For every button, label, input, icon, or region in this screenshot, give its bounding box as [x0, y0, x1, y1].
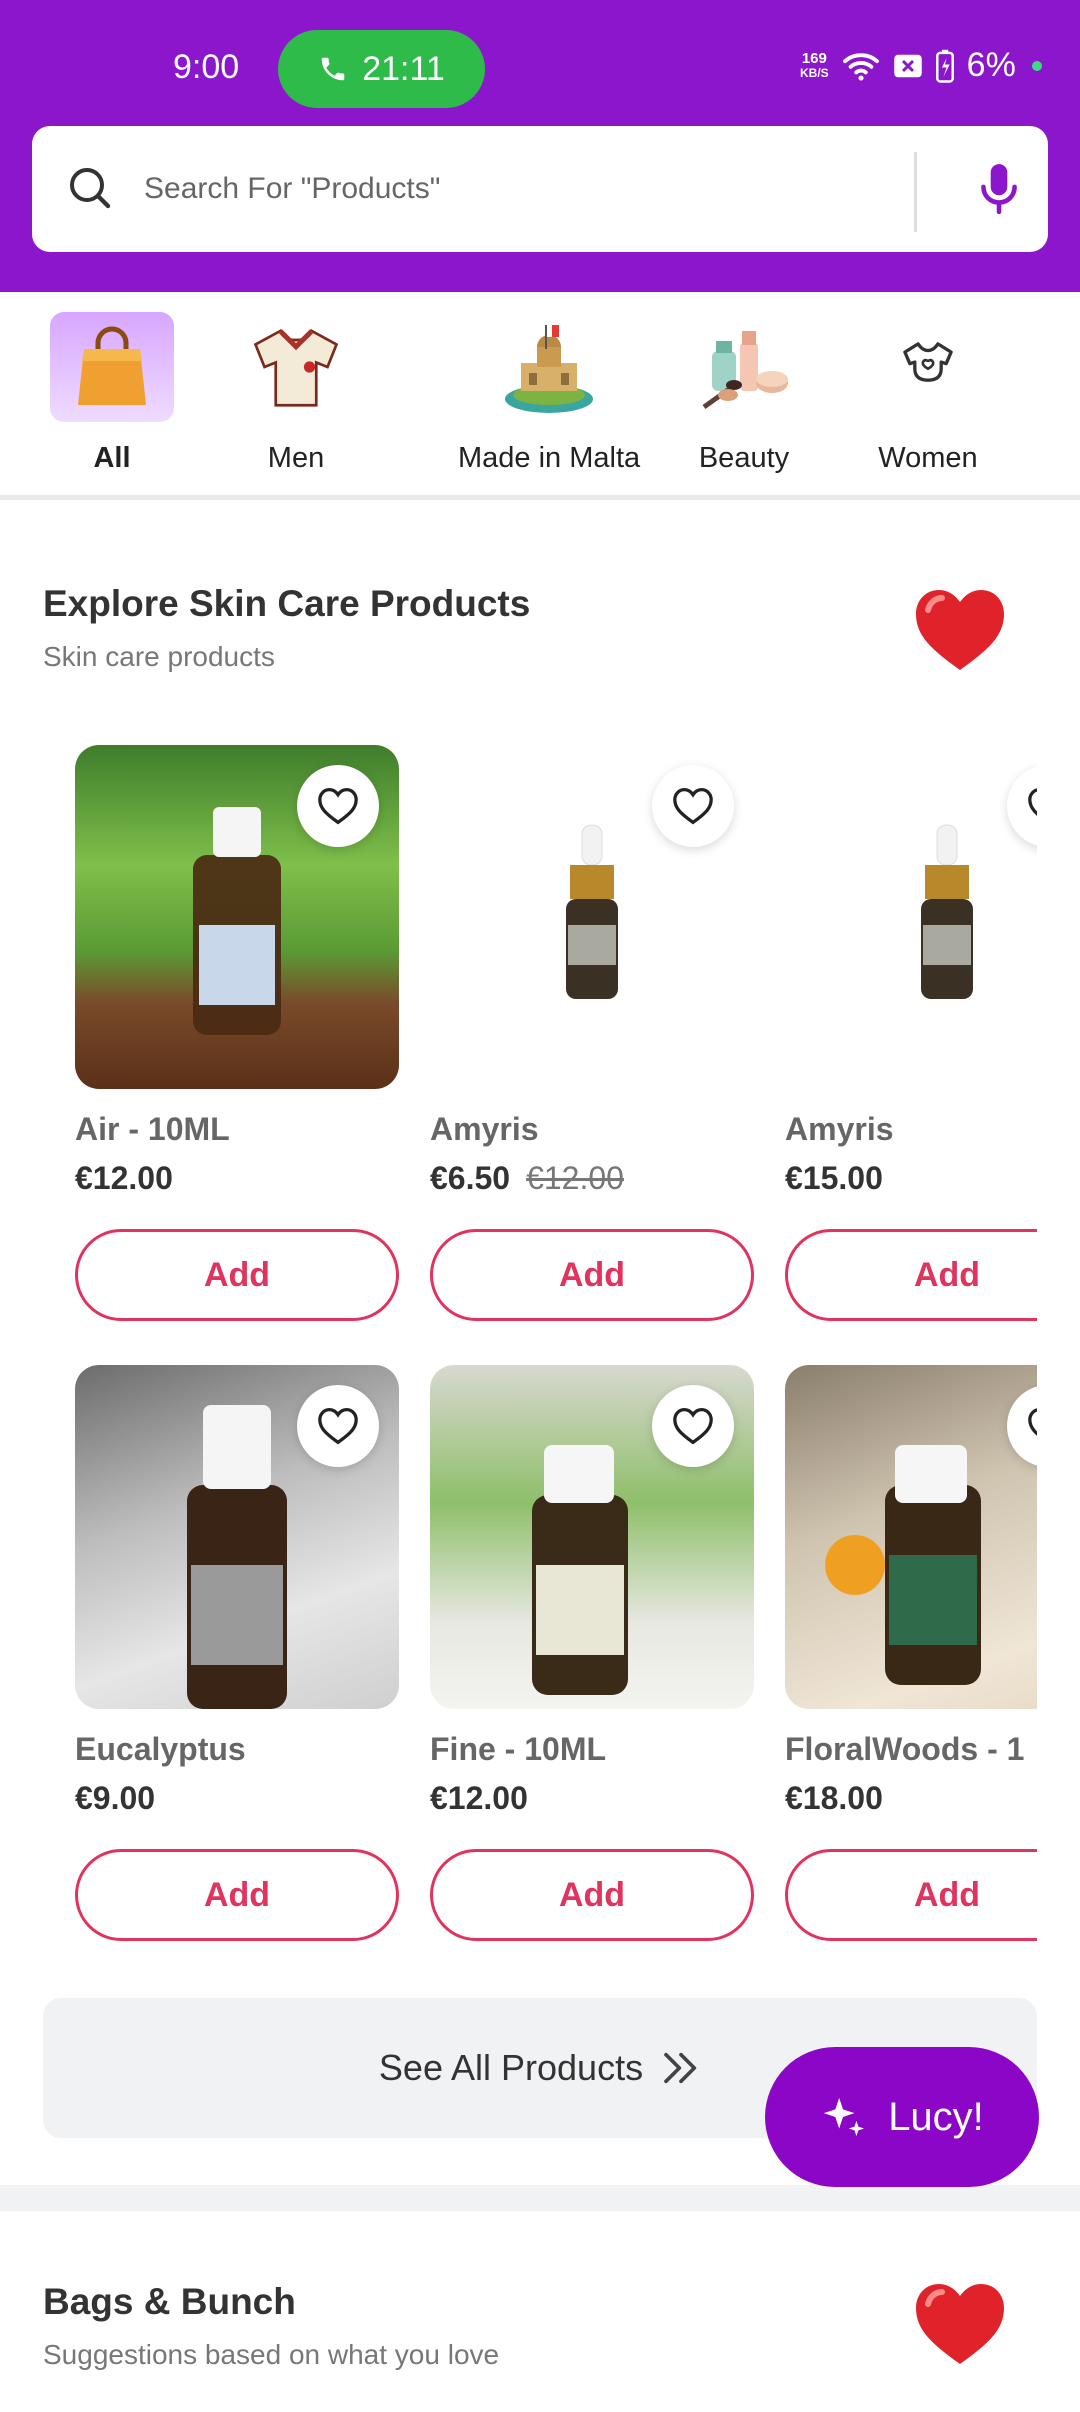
heart-outline-icon [673, 1407, 713, 1445]
product-price: €6.50 €12.00 [430, 1160, 624, 1196]
search-input[interactable] [144, 164, 924, 214]
add-to-cart-button[interactable]: Add [430, 1229, 754, 1321]
product-price: €9.00 [75, 1780, 156, 1816]
battery-percent: 6% [966, 46, 1016, 84]
product-name: FloralWoods - 1 [785, 1731, 1025, 1767]
product-name: Fine - 10ML [430, 1731, 607, 1767]
search-bar[interactable] [32, 126, 1048, 252]
shirt-icon [234, 312, 358, 422]
product-old-price: €12.00 [526, 1160, 624, 1196]
heart-outline-icon [1028, 1408, 1037, 1436]
malta-castle-icon [487, 312, 611, 422]
product-name: Eucalyptus [75, 1731, 246, 1767]
product-card[interactable]: Fine - 10ML €12.00 Add [430, 1365, 754, 1941]
add-to-cart-button[interactable]: Add [785, 1849, 1037, 1941]
category-men[interactable]: Men [234, 312, 358, 475]
heart-outline-icon [318, 787, 358, 825]
heart-outline-icon [673, 787, 713, 825]
product-card[interactable]: Amyris €15.00 Add [785, 745, 1037, 1321]
category-food[interactable]: Fo [1040, 312, 1080, 475]
product-grid: Air - 10ML €12.00 Add Amyris €6.50 €12.00… [75, 745, 1037, 1965]
blouse-icon [866, 312, 990, 422]
bags-section: Bags & Bunch Suggestions based on what y… [0, 2211, 1080, 2412]
heart-icon [916, 590, 1004, 670]
section-subtitle: Suggestions based on what you love [43, 2339, 500, 2370]
sim-off-icon [893, 54, 922, 77]
category-label: All [93, 442, 131, 474]
product-name: Amyris [430, 1111, 539, 1147]
favorite-button[interactable] [297, 765, 379, 847]
section-subtitle: Skin care products [43, 641, 275, 672]
product-image [785, 745, 1037, 1089]
category-made-in-malta[interactable]: Made in Malta [458, 312, 640, 475]
product-card[interactable]: FloralWoods - 1 €18.00 Add [785, 1365, 1037, 1941]
product-image [785, 1365, 1037, 1709]
product-price: €12.00 [430, 1780, 528, 1816]
category-bar: All Men Made in Malta Beauty Women Fo [0, 292, 1080, 500]
cosmetics-icon [682, 312, 806, 422]
product-card[interactable]: Air - 10ML €12.00 Add [75, 745, 399, 1321]
phone-icon [321, 57, 345, 81]
shopping-bag-icon [50, 312, 174, 422]
network-speed: 169 KB/S [800, 49, 829, 80]
product-name: Air - 10ML [75, 1111, 230, 1147]
category-label: Made in Malta [458, 442, 641, 474]
wifi-icon [842, 52, 879, 81]
heart-outline-icon [318, 1407, 358, 1445]
battery-charging-icon [935, 49, 954, 83]
heart-outline-icon [1028, 788, 1037, 816]
add-to-cart-button[interactable]: Add [430, 1849, 754, 1941]
section-separator [0, 2185, 1080, 2211]
category-beauty[interactable]: Beauty [682, 312, 806, 475]
lucy-assistant-button[interactable]: Lucy! [765, 2047, 1039, 2187]
product-price: €18.00 [785, 1780, 883, 1816]
favorite-button[interactable] [652, 765, 734, 847]
lucy-label: Lucy! [888, 2094, 984, 2139]
category-label: Women [878, 442, 978, 474]
double-chevron-right-icon [664, 2052, 697, 2084]
add-to-cart-button[interactable]: Add [75, 1849, 399, 1941]
favorite-button[interactable] [652, 1385, 734, 1467]
favorite-button[interactable] [297, 1385, 379, 1467]
search-divider [914, 152, 917, 232]
product-image [75, 745, 399, 1089]
food-icon [1040, 312, 1080, 422]
product-name: Amyris [785, 1111, 894, 1147]
product-image [430, 1365, 754, 1709]
status-icons: 169 KB/S 6% [800, 46, 1042, 85]
category-label: Men [267, 442, 325, 474]
call-timer: 21:11 [362, 49, 445, 88]
microphone-icon[interactable] [978, 162, 1020, 216]
privacy-indicator-dot [1031, 60, 1042, 71]
product-card[interactable]: Amyris €6.50 €12.00 Add [430, 745, 754, 1321]
heart-icon [916, 2284, 1004, 2364]
category-label: Beauty [698, 442, 790, 474]
product-price: €15.00 [785, 1160, 883, 1196]
status-time: 9:00 [173, 48, 240, 86]
product-card[interactable]: Eucalyptus €9.00 Add [75, 1365, 399, 1941]
product-image [75, 1365, 399, 1709]
sparkle-icon [824, 2097, 865, 2137]
product-price: €12.00 [75, 1160, 173, 1196]
app-header: 9:00 21:11 169 KB/S 6% [0, 0, 1080, 292]
add-to-cart-button[interactable]: Add [785, 1229, 1037, 1321]
search-icon [70, 168, 111, 209]
section-title: Explore Skin Care Products [43, 583, 531, 624]
product-image [430, 745, 754, 1089]
category-women[interactable]: Women [866, 312, 990, 475]
category-all[interactable]: All [50, 312, 174, 475]
ongoing-call-chip[interactable]: 21:11 [278, 30, 485, 108]
add-to-cart-button[interactable]: Add [75, 1229, 399, 1321]
section-title: Bags & Bunch [43, 2281, 296, 2322]
see-all-label: See All Products [378, 2047, 644, 2088]
skin-care-section: Explore Skin Care Products Skin care pro… [0, 505, 1080, 2185]
